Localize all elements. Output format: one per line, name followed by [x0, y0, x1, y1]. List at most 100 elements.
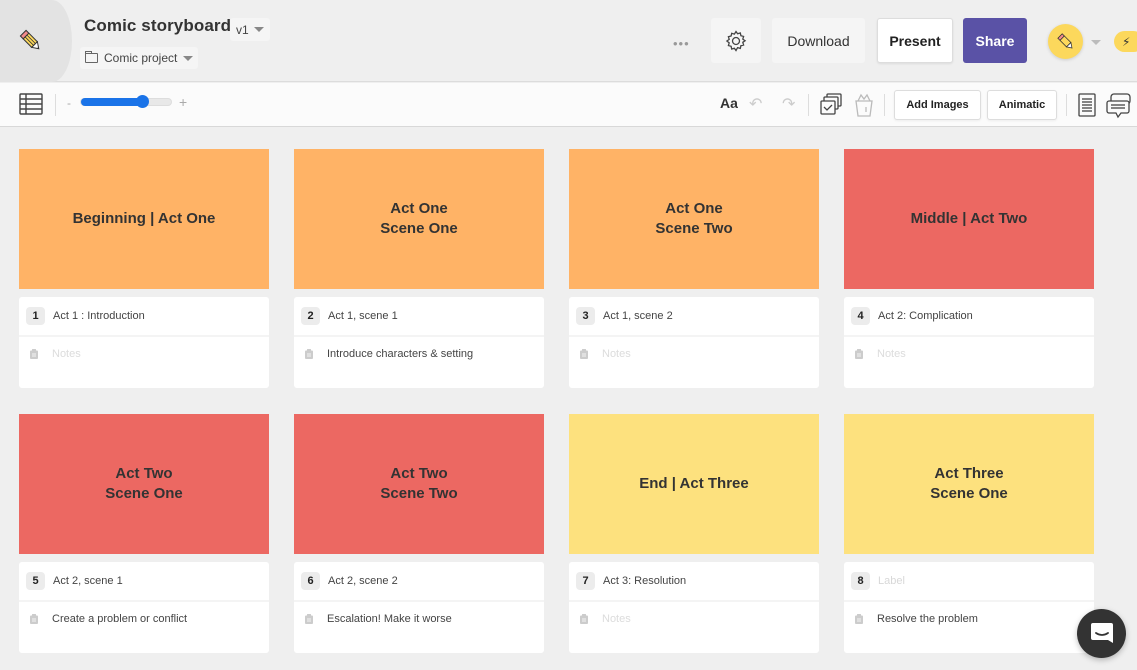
comments-icon[interactable] [1106, 92, 1132, 120]
frame-notes[interactable]: Notes [52, 348, 81, 360]
frame-image[interactable]: Middle | Act Two [844, 149, 1094, 289]
frame-notes[interactable]: Create a problem or conflict [52, 613, 187, 625]
frame-image[interactable]: Act Two Scene Two [294, 414, 544, 554]
frame-notes[interactable]: Notes [877, 348, 906, 360]
storyboard-frame[interactable]: Act Three Scene One 8 Label Resolve the pro… [844, 414, 1094, 653]
frame-image[interactable]: Beginning | Act One [19, 149, 269, 289]
frame-meta: 6 Act 2, scene 2 Escalation! Make it worse [294, 562, 544, 653]
frame-label[interactable]: Act 1, scene 2 [603, 310, 673, 322]
frame-notes-row[interactable]: Notes [569, 602, 819, 636]
frame-number: 2 [301, 307, 320, 325]
frame-label-row[interactable]: 3 Act 1, scene 2 [569, 297, 819, 337]
frame-label[interactable]: Act 2: Complication [878, 310, 973, 322]
clipboard-icon [305, 614, 313, 624]
frame-image[interactable]: Act One Scene One [294, 149, 544, 289]
frame-image[interactable]: End | Act Three [569, 414, 819, 554]
grid-view-icon[interactable] [19, 93, 43, 115]
multi-select-icon[interactable] [818, 92, 844, 118]
upgrade-badge[interactable]: ⚡ [1114, 31, 1137, 52]
frame-notes-row[interactable]: Notes [569, 337, 819, 371]
frame-image[interactable]: Act Three Scene One [844, 414, 1094, 554]
chat-bubble-icon [1090, 622, 1113, 643]
storyboard-frame[interactable]: Middle | Act Two 4 Act 2: Complication Note… [844, 149, 1094, 388]
version-dropdown[interactable]: v1 [230, 18, 270, 41]
user-avatar[interactable] [1048, 24, 1083, 59]
clipboard-icon [580, 349, 588, 359]
toolbar-divider [55, 94, 56, 116]
frame-label-row[interactable]: 1 Act 1 : Introduction [19, 297, 269, 337]
frame-notes-row[interactable]: Create a problem or conflict [19, 602, 269, 636]
frame-label[interactable]: Act 2, scene 1 [53, 575, 123, 587]
frame-notes-row[interactable]: Escalation! Make it worse [294, 602, 544, 636]
add-images-button[interactable]: Add Images [894, 90, 981, 120]
project-label: Comic project [104, 51, 178, 65]
font-settings-button[interactable]: Aa [720, 95, 738, 111]
present-button[interactable]: Present [877, 18, 953, 63]
frame-image[interactable]: Act Two Scene One [19, 414, 269, 554]
frame-image[interactable]: Act One Scene Two [569, 149, 819, 289]
project-dropdown[interactable]: Comic project [80, 47, 199, 69]
storyboard-frame[interactable]: End | Act Three 7 Act 3: Resolution Notes [569, 414, 819, 653]
storyboard-frame[interactable]: Act Two Scene One 5 Act 2, scene 1 Create a… [19, 414, 269, 653]
frame-notes[interactable]: Resolve the problem [877, 613, 978, 625]
frame-label-row[interactable]: 8 Label [844, 562, 1094, 602]
frame-label[interactable]: Label [878, 575, 905, 587]
frame-label[interactable]: Act 3: Resolution [603, 575, 686, 587]
home-logo-button[interactable] [0, 0, 72, 82]
frame-notes-row[interactable]: Introduce characters & setting [294, 337, 544, 371]
share-button[interactable]: Share [963, 18, 1027, 63]
clipboard-icon [855, 614, 863, 624]
top-header: Comic storyboard v1 Comic project ••• Do… [0, 0, 1137, 82]
frame-notes-row[interactable]: Notes [19, 337, 269, 371]
settings-button[interactable] [711, 18, 761, 63]
frame-label[interactable]: Act 2, scene 2 [328, 575, 398, 587]
frame-label-row[interactable]: 7 Act 3: Resolution [569, 562, 819, 602]
folder-icon [85, 51, 98, 63]
frame-notes[interactable]: Notes [602, 613, 631, 625]
zoom-out-button[interactable]: - [67, 96, 71, 110]
redo-button[interactable]: ↷ [782, 94, 795, 114]
toolbar-divider [808, 94, 809, 116]
zoom-slider-thumb[interactable] [136, 95, 150, 108]
frame-label[interactable]: Act 1, scene 1 [328, 310, 398, 322]
account-menu-chevron-icon[interactable] [1091, 40, 1101, 45]
storyboard-title[interactable]: Comic storyboard [84, 16, 231, 36]
chevron-down-icon [253, 27, 264, 32]
undo-button[interactable]: ↶ [749, 94, 762, 114]
chevron-down-icon [183, 55, 194, 61]
frame-number: 6 [301, 572, 320, 590]
frame-label-row[interactable]: 5 Act 2, scene 1 [19, 562, 269, 602]
animatic-button[interactable]: Animatic [987, 90, 1057, 120]
frame-number: 8 [851, 572, 870, 590]
frame-label[interactable]: Act 1 : Introduction [53, 310, 145, 322]
frame-label-row[interactable]: 2 Act 1, scene 1 [294, 297, 544, 337]
clipboard-icon [30, 614, 38, 624]
frame-number: 1 [26, 307, 45, 325]
frame-notes[interactable]: Escalation! Make it worse [327, 613, 452, 625]
frame-label-row[interactable]: 4 Act 2: Complication [844, 297, 1094, 337]
frame-label-row[interactable]: 6 Act 2, scene 2 [294, 562, 544, 602]
storyboard-frame[interactable]: Act One Scene Two 3 Act 1, scene 2 Notes [569, 149, 819, 388]
storyboard-frame[interactable]: Act Two Scene Two 6 Act 2, scene 2 Escalati… [294, 414, 544, 653]
more-options-button[interactable]: ••• [673, 36, 690, 51]
frame-notes[interactable]: Introduce characters & setting [327, 348, 473, 360]
storyboard-frame[interactable]: Beginning | Act One 1 Act 1 : Introduction… [19, 149, 269, 388]
storyboard-frame[interactable]: Act One Scene One 2 Act 1, scene 1 Introduc… [294, 149, 544, 388]
zoom-slider[interactable] [80, 95, 172, 108]
trash-icon[interactable] [853, 92, 875, 118]
download-button[interactable]: Download [772, 18, 865, 63]
frame-meta: 5 Act 2, scene 1 Create a problem or confl… [19, 562, 269, 653]
frame-notes[interactable]: Notes [602, 348, 631, 360]
clipboard-icon [855, 349, 863, 359]
frame-meta: 8 Label Resolve the problem [844, 562, 1094, 653]
gear-icon [725, 29, 747, 52]
clipboard-icon [305, 349, 313, 359]
toolbar-divider [884, 94, 885, 116]
document-view-icon[interactable] [1078, 93, 1096, 117]
bolt-icon: ⚡ [1122, 34, 1131, 49]
frame-number: 3 [576, 307, 595, 325]
frame-notes-row[interactable]: Resolve the problem [844, 602, 1094, 636]
frame-notes-row[interactable]: Notes [844, 337, 1094, 371]
zoom-in-button[interactable]: + [179, 94, 187, 110]
help-chat-button[interactable] [1077, 609, 1126, 658]
